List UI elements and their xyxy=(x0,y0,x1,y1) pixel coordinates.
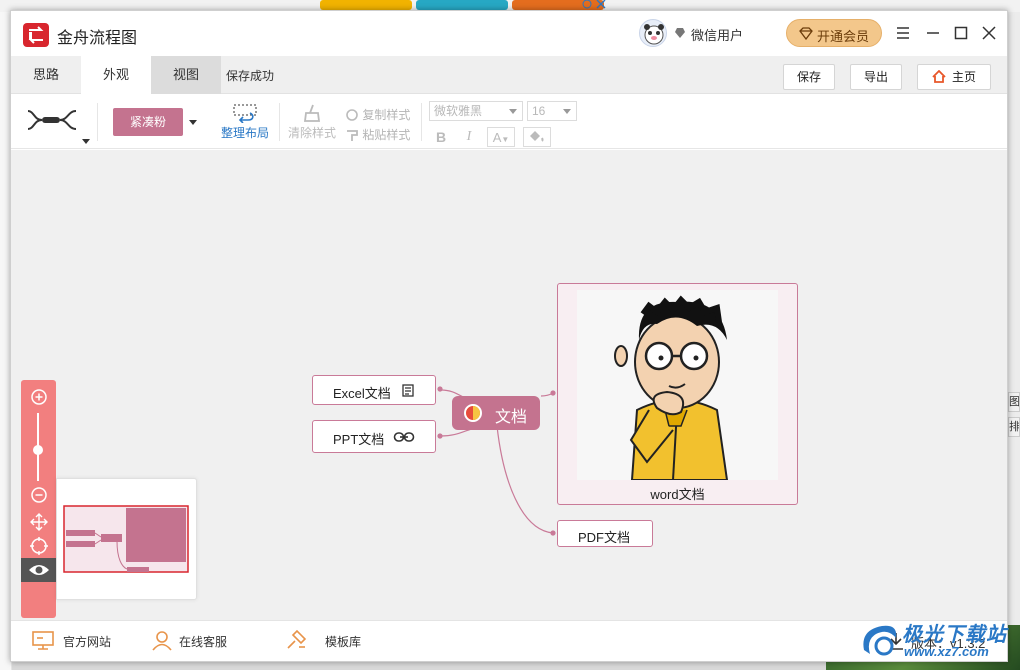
tidy-layout-label: 整理布局 xyxy=(220,126,269,140)
home-button[interactable]: 主页 xyxy=(917,64,991,90)
save-status: 保存成功 xyxy=(226,69,275,83)
theme-button[interactable]: 紧凑粉 xyxy=(113,108,183,136)
user-name[interactable]: 微信用户 xyxy=(691,25,743,44)
close-icon[interactable] xyxy=(979,23,999,43)
font-size-value: 16 xyxy=(532,104,546,118)
tab-bar: 思路 外观 视图 保存成功 保存 导出 主页 xyxy=(11,56,1007,94)
toolbar-divider xyxy=(421,103,422,141)
zoom-in-icon[interactable] xyxy=(30,388,48,406)
font-family-value: 微软雅黑 xyxy=(434,104,483,118)
official-website-link[interactable]: 官方网站 xyxy=(63,633,111,650)
paint-bucket-icon xyxy=(530,131,544,142)
background-right-panel: 图 排 xyxy=(1008,12,1020,670)
export-button[interactable]: 导出 xyxy=(850,64,902,90)
clear-style-label: 清除样式 xyxy=(287,126,336,140)
clear-style-button[interactable]: 清除样式 xyxy=(287,103,337,141)
tab-thinking[interactable]: 思路 xyxy=(11,56,81,94)
watermark-url: www.xz7.com xyxy=(904,644,989,659)
layout-structure-icon[interactable] xyxy=(26,103,78,137)
copy-style-button[interactable]: 复制样式 xyxy=(345,106,410,123)
node-pdf-label: PDF文档 xyxy=(578,530,631,545)
format-toolbar: 紧凑粉 整理布局 清除样式 复制样式 粘贴样式 微软雅黑 16 B I A▼ xyxy=(11,95,1007,149)
minimap[interactable] xyxy=(56,478,197,600)
watermark-title: 极光下载站 xyxy=(902,624,1007,646)
home-icon xyxy=(932,70,946,83)
background-thumbnail xyxy=(416,0,508,10)
node-word-label: word文档 xyxy=(650,487,705,502)
maximize-icon[interactable] xyxy=(951,23,971,43)
copy-style-label: 复制样式 xyxy=(362,108,411,122)
vip-button[interactable]: 开通会员 xyxy=(786,19,882,47)
watermark-logo-icon xyxy=(863,625,897,656)
online-support-link[interactable]: 在线客服 xyxy=(179,633,227,650)
monitor-icon xyxy=(32,631,54,650)
paste-style-label: 粘贴样式 xyxy=(362,128,411,142)
minimize-icon[interactable] xyxy=(923,23,943,43)
home-button-label: 主页 xyxy=(951,70,976,84)
node-pdf[interactable]: PDF文档 xyxy=(557,520,653,547)
chevron-down-icon xyxy=(563,109,571,114)
eye-icon xyxy=(29,565,49,575)
node-word[interactable]: word文档 xyxy=(557,283,798,505)
font-size-select[interactable]: 16 xyxy=(527,101,577,121)
background-fragment: 图 xyxy=(1008,392,1020,412)
user-level-icon xyxy=(675,28,685,38)
fill-color-button[interactable] xyxy=(523,127,551,147)
cartoon-thinking-man-image xyxy=(577,290,778,480)
italic-button[interactable]: I xyxy=(459,127,479,147)
zoom-out-icon[interactable] xyxy=(30,486,48,504)
brush-icon xyxy=(303,104,321,122)
diamond-icon xyxy=(799,27,813,40)
ad-close-icon[interactable] xyxy=(582,0,608,10)
move-icon[interactable] xyxy=(29,512,49,532)
vip-button-label: 开通会员 xyxy=(817,29,870,44)
locate-icon[interactable] xyxy=(29,536,49,556)
paste-style-button[interactable]: 粘贴样式 xyxy=(345,126,410,143)
background-thumbnail xyxy=(320,0,412,10)
app-title: 金舟流程图 xyxy=(57,30,138,47)
customer-service-icon xyxy=(152,631,172,651)
chevron-down-icon xyxy=(509,109,517,114)
font-color-button[interactable]: A▼ xyxy=(487,127,515,147)
title-bar: 金舟流程图 微信用户 开通会员 xyxy=(11,11,1007,56)
tidy-layout-button[interactable]: 整理布局 xyxy=(219,103,271,141)
font-family-select[interactable]: 微软雅黑 xyxy=(429,101,523,121)
zoom-slider-handle[interactable] xyxy=(33,445,43,455)
theme-dropdown-arrow[interactable] xyxy=(189,120,197,125)
toolbar-divider xyxy=(279,103,280,141)
watermark: 极光下载站 www.xz7.com xyxy=(858,618,1018,668)
node-root-label: 文档 xyxy=(495,409,528,426)
zoom-panel xyxy=(21,380,56,618)
tab-appearance[interactable]: 外观 xyxy=(81,56,151,94)
minimap-toggle[interactable] xyxy=(21,558,56,582)
connector-dot xyxy=(437,386,443,392)
tab-view[interactable]: 视图 xyxy=(151,56,221,94)
mindmap-canvas[interactable]: Excel文档 PPT文档 文档 word文档 PDF文档 xyxy=(11,150,1007,620)
node-excel-label: Excel文档 xyxy=(333,386,391,401)
note-icon[interactable] xyxy=(402,384,414,397)
node-ppt[interactable]: PPT文档 xyxy=(312,420,436,453)
node-root[interactable]: 文档 xyxy=(452,396,540,430)
bold-button[interactable]: B xyxy=(431,127,451,147)
app-logo-icon xyxy=(23,23,49,47)
priority-icon xyxy=(464,404,482,422)
connector-dot xyxy=(550,390,556,396)
connector-dot xyxy=(437,433,443,439)
connector-dot xyxy=(550,530,556,536)
toolbar-divider xyxy=(97,103,98,141)
paste-style-icon xyxy=(347,130,358,141)
tidy-layout-icon xyxy=(233,104,257,124)
app-window: 金舟流程图 微信用户 开通会员 思路 外观 视图 保存成功 保存 导出 主页 紧… xyxy=(10,10,1008,662)
background-fragment: 排 xyxy=(1008,417,1020,437)
avatar[interactable] xyxy=(639,19,667,47)
copy-style-icon xyxy=(346,109,358,121)
template-icon xyxy=(287,629,307,649)
node-excel[interactable]: Excel文档 xyxy=(312,375,436,405)
menu-icon[interactable] xyxy=(893,23,913,43)
node-ppt-label: PPT文档 xyxy=(333,432,385,447)
link-icon[interactable] xyxy=(393,431,415,443)
layout-dropdown-arrow[interactable] xyxy=(82,139,90,144)
template-library-link[interactable]: 模板库 xyxy=(325,633,361,650)
save-button[interactable]: 保存 xyxy=(783,64,835,90)
